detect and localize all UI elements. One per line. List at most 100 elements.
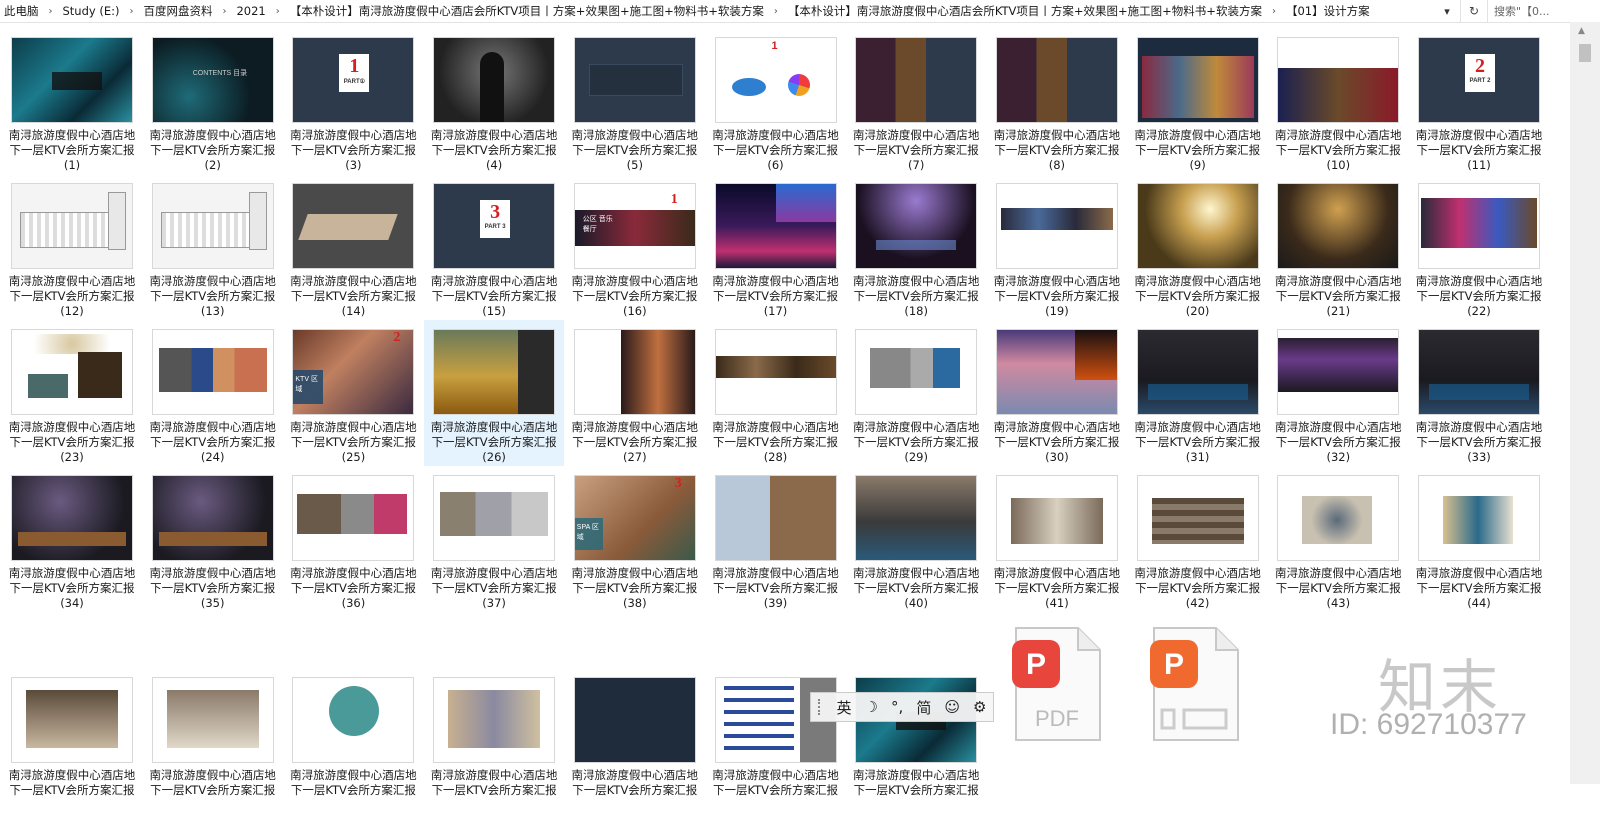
file-item[interactable]: 南浔旅游度假中心酒店地 下一层KTV会所方案汇报 (10) <box>1268 28 1408 174</box>
breadcrumb[interactable]: 此电脑 › Study (E:) › 百度网盘资料 › 2021 › 【本朴设计】南浔旅游度假中… <box>0 3 1440 19</box>
vertical-scrollbar[interactable]: ▲ <box>1570 22 1600 784</box>
ime-lang-toggle[interactable]: 英 <box>837 697 852 718</box>
file-number: (21) <box>1326 304 1351 318</box>
ime-toolbar[interactable]: 英 ☽ °, 简 ☺ ⚙ <box>810 692 994 722</box>
scrollbar-thumb[interactable] <box>1579 44 1591 62</box>
file-item[interactable]: 南浔旅游度假中心酒店地 下一层KTV会所方案汇报 <box>706 668 846 814</box>
moon-icon[interactable]: ☽ <box>865 698 878 716</box>
file-name: 南浔旅游度假中心酒店地 下一层KTV会所方案汇报 (14) <box>283 274 423 319</box>
breadcrumb-item[interactable]: 【01】设计方案 <box>1282 3 1374 19</box>
breadcrumb-separator[interactable]: › <box>43 6 59 17</box>
file-item[interactable]: 3 PART 3 南浔旅游度假中心酒店地 下一层KTV会所方案汇报 (15) <box>424 174 564 320</box>
file-item[interactable]: 南浔旅游度假中心酒店地 下一层KTV会所方案汇报 (33) <box>1409 320 1549 466</box>
gear-icon[interactable]: ⚙ <box>973 698 986 716</box>
file-name-line2: 下一层KTV会所方案汇报 <box>9 581 135 595</box>
file-item[interactable]: 南浔旅游度假中心酒店地 下一层KTV会所方案汇报 (43) <box>1268 466 1408 612</box>
file-item[interactable]: 2 PART 2 南浔旅游度假中心酒店地 下一层KTV会所方案汇报 (11) <box>1409 28 1549 174</box>
breadcrumb-separator[interactable]: › <box>123 6 139 17</box>
chevron-down-icon[interactable]: ▾ <box>1436 0 1458 22</box>
file-thumbnail <box>152 476 273 560</box>
file-item[interactable]: 南浔旅游度假中心酒店地 下一层KTV会所方案汇报 <box>143 668 283 814</box>
breadcrumb-item[interactable]: 【本朴设计】南浔旅游度假中心酒店会所KTV项目丨方案+效果图+施工图+物料书+软… <box>286 3 768 19</box>
breadcrumb-separator[interactable]: › <box>1266 6 1282 17</box>
file-item[interactable]: 南浔旅游度假中心酒店地 下一层KTV会所方案汇报 <box>424 668 564 814</box>
file-item[interactable]: 南浔旅游度假中心酒店地 下一层KTV会所方案汇报 (5) <box>565 28 705 174</box>
breadcrumb-item[interactable]: Study (E:) <box>59 4 124 18</box>
ppt-file-icon[interactable]: P <box>1150 626 1240 742</box>
file-item[interactable]: 南浔旅游度假中心酒店地 下一层KTV会所方案汇报 (39) <box>706 466 846 612</box>
search-input[interactable]: 搜索"【0... <box>1490 0 1600 22</box>
breadcrumb-item[interactable]: 【本朴设计】南浔旅游度假中心酒店会所KTV项目丨方案+效果图+施工图+物料书+软… <box>784 3 1266 19</box>
file-item[interactable]: 南浔旅游度假中心酒店地 下一层KTV会所方案汇报 <box>565 668 705 814</box>
file-name-line1: 南浔旅游度假中心酒店地 <box>1275 420 1402 434</box>
file-item[interactable]: 南浔旅游度假中心酒店地 下一层KTV会所方案汇报 (4) <box>424 28 564 174</box>
file-item[interactable]: 南浔旅游度假中心酒店地 下一层KTV会所方案汇报 (1) <box>2 28 142 174</box>
watermark-id: ID: 692710377 <box>1330 708 1527 741</box>
file-name-line1: 南浔旅游度假中心酒店地 <box>8 420 136 434</box>
breadcrumb-separator[interactable]: › <box>216 6 232 17</box>
file-item[interactable]: 南浔旅游度假中心酒店地 下一层KTV会所方案汇报 (19) <box>987 174 1127 320</box>
emoji-icon[interactable]: ☺ <box>944 698 960 716</box>
file-item[interactable]: 南浔旅游度假中心酒店地 下一层KTV会所方案汇报 (7) <box>846 28 986 174</box>
file-name-line2: 下一层KTV会所方案汇报 <box>853 783 979 797</box>
file-item[interactable]: 南浔旅游度假中心酒店地 下一层KTV会所方案汇报 (14) <box>283 174 423 320</box>
file-item[interactable]: 南浔旅游度假中心酒店地 下一层KTV会所方案汇报 (21) <box>1268 174 1408 320</box>
file-item[interactable]: 南浔旅游度假中心酒店地 下一层KTV会所方案汇报 (22) <box>1409 174 1549 320</box>
breadcrumb-item[interactable]: 2021 <box>232 4 269 18</box>
address-bar[interactable]: 此电脑 › Study (E:) › 百度网盘资料 › 2021 › 【本朴设计】南浔旅游度假中… <box>0 0 1600 23</box>
file-item[interactable]: 南浔旅游度假中心酒店地 下一层KTV会所方案汇报 (40) <box>846 466 986 612</box>
file-item[interactable]: 南浔旅游度假中心酒店地 下一层KTV会所方案汇报 (44) <box>1409 466 1549 612</box>
breadcrumb-item[interactable]: 此电脑 <box>0 3 43 19</box>
pdf-file-icon[interactable]: P PDF <box>1012 626 1102 742</box>
drag-handle[interactable] <box>817 699 824 715</box>
file-item[interactable]: 1 南浔旅游度假中心酒店地 下一层KTV会所方案汇报 (6) <box>706 28 846 174</box>
file-item[interactable]: 南浔旅游度假中心酒店地 下一层KTV会所方案汇报 (35) <box>143 466 283 612</box>
file-item[interactable]: 1 PART① 南浔旅游度假中心酒店地 下一层KTV会所方案汇报 (3) <box>283 28 423 174</box>
file-name-line2: 下一层KTV会所方案汇报 <box>1135 435 1261 449</box>
scroll-up-icon[interactable]: ▲ <box>1578 26 1585 36</box>
file-item[interactable]: 南浔旅游度假中心酒店地 下一层KTV会所方案汇报 (42) <box>1128 466 1268 612</box>
file-item[interactable]: 南浔旅游度假中心酒店地 下一层KTV会所方案汇报 (31) <box>1128 320 1268 466</box>
file-item[interactable]: 南浔旅游度假中心酒店地 下一层KTV会所方案汇报 (34) <box>2 466 142 612</box>
file-item[interactable]: 南浔旅游度假中心酒店地 下一层KTV会所方案汇报 (28) <box>706 320 846 466</box>
file-item[interactable]: 南浔旅游度假中心酒店地 下一层KTV会所方案汇报 (37) <box>424 466 564 612</box>
file-item[interactable]: 南浔旅游度假中心酒店地 下一层KTV会所方案汇报 (9) <box>1128 28 1268 174</box>
file-item[interactable]: 南浔旅游度假中心酒店地 下一层KTV会所方案汇报 (29) <box>846 320 986 466</box>
file-name-line2: 下一层KTV会所方案汇报 <box>994 143 1120 157</box>
file-item[interactable]: SPA 区域 3 南浔旅游度假中心酒店地 下一层KTV会所方案汇报 (38) <box>565 466 705 612</box>
file-name: 南浔旅游度假中心酒店地 下一层KTV会所方案汇报 <box>2 768 142 798</box>
file-item[interactable]: 南浔旅游度假中心酒店地 下一层KTV会所方案汇报 (30) <box>987 320 1127 466</box>
file-name-line1: 南浔旅游度假中心酒店地 <box>1275 274 1402 288</box>
file-item[interactable]: CONTENTS 目录 南浔旅游度假中心酒店地 下一层KTV会所方案汇报 (2) <box>143 28 283 174</box>
breadcrumb-item[interactable]: 百度网盘资料 <box>139 3 216 19</box>
file-thumbnail <box>152 184 273 268</box>
file-number: (35) <box>200 596 225 610</box>
breadcrumb-separator[interactable]: › <box>270 6 286 17</box>
file-item[interactable]: 南浔旅游度假中心酒店地 下一层KTV会所方案汇报 (24) <box>143 320 283 466</box>
breadcrumb-separator[interactable]: › <box>768 6 784 17</box>
file-item[interactable]: KTV 区域 2 南浔旅游度假中心酒店地 下一层KTV会所方案汇报 (25) <box>283 320 423 466</box>
file-item[interactable]: 南浔旅游度假中心酒店地 下一层KTV会所方案汇报 (32) <box>1268 320 1408 466</box>
file-name: 南浔旅游度假中心酒店地 下一层KTV会所方案汇报 (23) <box>2 420 142 465</box>
file-item[interactable]: 南浔旅游度假中心酒店地 下一层KTV会所方案汇报 (13) <box>143 174 283 320</box>
file-item[interactable]: 南浔旅游度假中心酒店地 下一层KTV会所方案汇报 (12) <box>2 174 142 320</box>
file-name-line1: 南浔旅游度假中心酒店地 <box>1275 128 1402 142</box>
punctuation-toggle[interactable]: °, <box>891 698 903 716</box>
file-item[interactable]: 南浔旅游度假中心酒店地 下一层KTV会所方案汇报 <box>283 668 423 814</box>
file-item[interactable]: 南浔旅游度假中心酒店地 下一层KTV会所方案汇报 (8) <box>987 28 1127 174</box>
file-item[interactable]: 公区 音乐餐厅 1 南浔旅游度假中心酒店地 下一层KTV会所方案汇报 (16) <box>565 174 705 320</box>
file-item[interactable]: 南浔旅游度假中心酒店地 下一层KTV会所方案汇报 (18) <box>846 174 986 320</box>
file-item[interactable]: 南浔旅游度假中心酒店地 下一层KTV会所方案汇报 (36) <box>283 466 423 612</box>
ime-mode-toggle[interactable]: 简 <box>916 697 931 718</box>
file-item[interactable]: 南浔旅游度假中心酒店地 下一层KTV会所方案汇报 (41) <box>987 466 1127 612</box>
file-number: (25) <box>341 450 366 464</box>
file-item[interactable]: 南浔旅游度假中心酒店地 下一层KTV会所方案汇报 <box>846 668 986 814</box>
file-item[interactable]: 南浔旅游度假中心酒店地 下一层KTV会所方案汇报 (17) <box>706 174 846 320</box>
file-item[interactable]: 南浔旅游度假中心酒店地 下一层KTV会所方案汇报 (23) <box>2 320 142 466</box>
file-item[interactable]: 南浔旅游度假中心酒店地 下一层KTV会所方案汇报 (27) <box>565 320 705 466</box>
file-name-line2: 下一层KTV会所方案汇报 <box>572 783 698 797</box>
file-item[interactable]: 南浔旅游度假中心酒店地 下一层KTV会所方案汇报 (20) <box>1128 174 1268 320</box>
file-item[interactable]: 南浔旅游度假中心酒店地 下一层KTV会所方案汇报 <box>2 668 142 814</box>
file-item[interactable]: 南浔旅游度假中心酒店地 下一层KTV会所方案汇报 (26) <box>424 320 565 466</box>
refresh-icon[interactable]: ↻ <box>1460 0 1488 22</box>
